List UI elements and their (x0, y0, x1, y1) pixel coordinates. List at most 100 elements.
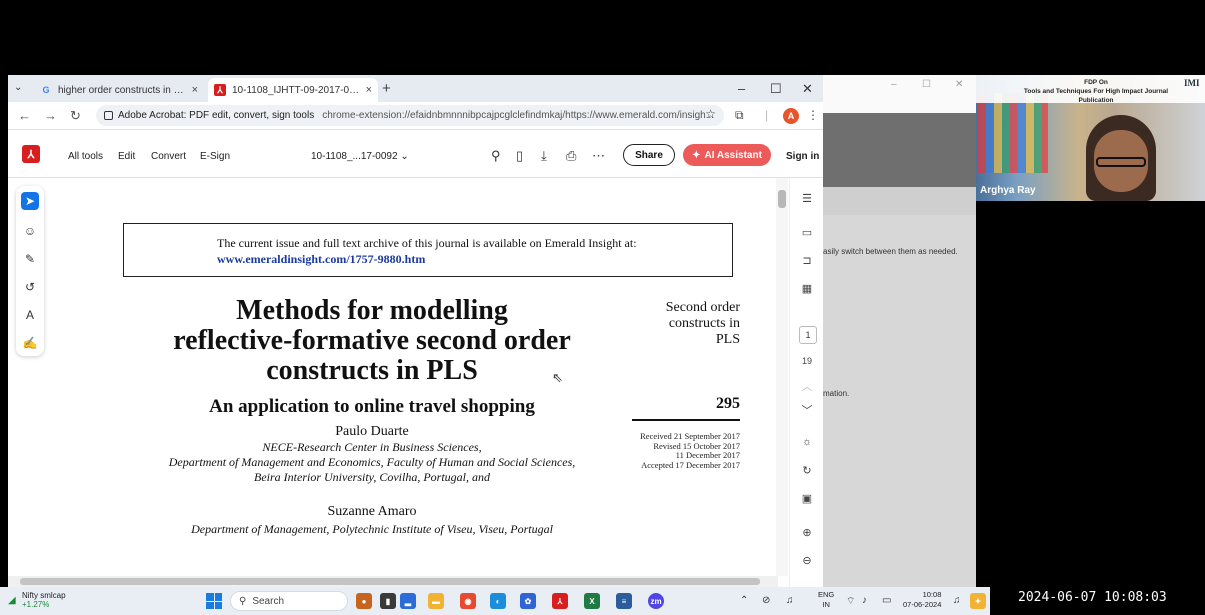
zoom-out-icon[interactable]: ⊖ (798, 554, 816, 567)
download-icon[interactable]: ⤓ (541, 148, 547, 164)
volume-icon[interactable]: ♪ (862, 595, 867, 606)
maximize-button[interactable]: ☐ (770, 81, 782, 97)
edge-icon[interactable]: ◐ (490, 593, 506, 609)
close-window-button[interactable]: ✕ (955, 79, 963, 90)
menu-edit[interactable]: Edit (118, 151, 135, 162)
back-arrow-icon[interactable]: ← (18, 108, 31, 123)
add-comment-icon[interactable]: ☺ (21, 222, 39, 240)
extension-page-icon (104, 111, 113, 120)
minimize-button[interactable]: – (738, 81, 745, 96)
new-tab-button[interactable]: + (382, 80, 391, 97)
virtual-background-banner: FDP On Tools and Techniques For High Imp… (976, 75, 1205, 104)
author-affiliation: Department of Management, Polytechnic In… (191, 522, 553, 536)
ai-assistant-button[interactable]: ✦ AI Assistant (683, 144, 771, 166)
profile-avatar[interactable]: A (783, 108, 799, 124)
menu-esign[interactable]: E-Sign (200, 151, 230, 162)
draw-freeform-icon[interactable]: ↺ (21, 278, 39, 296)
print-icon[interactable]: ⎙ (566, 148, 576, 164)
more-menu-icon[interactable]: ⋮ (807, 108, 819, 122)
video-participant-tile[interactable]: FDP On Tools and Techniques For High Imp… (976, 75, 1205, 201)
signature-icon[interactable]: ✍ (21, 334, 39, 352)
menu-convert[interactable]: Convert (151, 151, 186, 162)
language-indicator[interactable]: ENG IN (818, 590, 834, 610)
affiliation-line: Beira Interior University, Covilha, Port… (254, 470, 490, 484)
settings-app-icon[interactable]: ✿ (520, 593, 536, 609)
tab-close-icon[interactable]: × (366, 84, 372, 96)
tray-overflow-icon[interactable]: ⌃ (740, 595, 748, 606)
acrobat-logo-icon[interactable]: ⅄ (22, 145, 40, 163)
search-icon[interactable]: ⚲ (491, 148, 501, 164)
document-icon[interactable]: ▣ (798, 492, 816, 505)
notepad-icon[interactable]: ≡ (616, 593, 632, 609)
journal-link[interactable]: www.emeraldinsight.com/1757-9880.htm (217, 252, 425, 267)
reload-icon[interactable]: ↻ (70, 108, 81, 124)
wifi-icon[interactable]: ⌔ (846, 595, 855, 608)
page-down-icon[interactable]: ﹀ (798, 402, 816, 418)
window-titlebar: – ☐ ✕ (823, 75, 976, 113)
thumbnails-grid-icon[interactable]: ▦ (798, 282, 816, 295)
system-clock[interactable]: 10:08 07-06-2024 (903, 590, 941, 610)
acrobat-app-icon[interactable]: ⅄ (552, 593, 568, 609)
address-bar[interactable]: Adobe Acrobat: PDF edit, convert, sign t… (96, 105, 724, 126)
tab-close-icon[interactable]: × (192, 84, 198, 96)
zoom-in-icon[interactable]: ⊕ (798, 526, 816, 539)
forward-arrow-icon[interactable]: → (44, 108, 57, 123)
news-widget-icon[interactable]: ● (356, 593, 372, 609)
close-window-button[interactable]: ✕ (802, 81, 813, 97)
copilot-icon[interactable]: ✦ (970, 593, 986, 609)
affiliation-line: Department of Management and Economics, … (168, 455, 576, 469)
stock-widget[interactable]: Nifty smlcap +1.27% (22, 591, 66, 609)
notification-bell-icon[interactable]: ♫ (953, 595, 961, 606)
maximize-button[interactable]: ☐ (922, 79, 931, 90)
tab-pdf[interactable]: ⅄ 10-1108_IJHTT-09-2017-0092.p × (208, 78, 378, 102)
site-info[interactable]: Adobe Acrobat: PDF edit, convert, sign t… (104, 110, 314, 121)
horizontal-scrollbar[interactable] (8, 576, 778, 587)
bookmark-star-icon[interactable]: ☆ (705, 107, 716, 121)
site-label: Adobe Acrobat: PDF edit, convert, sign t… (118, 110, 315, 121)
window-text: asily switch between them as needed. (823, 247, 958, 256)
page-thumbnails-icon[interactable]: ▯ (516, 148, 523, 164)
minimize-button[interactable]: – (891, 79, 897, 90)
taskbar-search[interactable]: ⚲ Search (230, 591, 348, 611)
bookmark-icon[interactable]: ⊐ (798, 254, 816, 267)
menu-all-tools[interactable]: All tools (68, 151, 103, 162)
battery-icon[interactable]: ▭ (882, 595, 891, 606)
running-head-line: Second order (665, 300, 740, 315)
tab-google-search[interactable]: G higher order constructs in mod × (34, 78, 204, 102)
scrollbar-thumb[interactable] (778, 190, 786, 208)
chrome-icon[interactable]: ◉ (460, 593, 476, 609)
date-line: Accepted 17 December 2017 (641, 459, 740, 470)
select-cursor-icon[interactable]: ➤ (21, 192, 39, 210)
excel-icon[interactable]: X (584, 593, 600, 609)
task-view-icon[interactable]: ▮ (380, 593, 396, 609)
window-content (823, 215, 976, 587)
extensions-icon[interactable]: ⧉ (735, 108, 744, 123)
file-explorer-icon[interactable]: ▂ (400, 593, 416, 609)
brightness-icon[interactable]: ☼ (798, 436, 816, 448)
page-current[interactable]: 1 (799, 326, 817, 344)
tab-label: higher order constructs in mod (58, 84, 186, 96)
share-button[interactable]: Share (623, 144, 675, 166)
sign-in-link[interactable]: Sign in (786, 151, 819, 162)
vertical-scrollbar[interactable] (776, 178, 788, 576)
stock-name: Nifty smlcap (22, 591, 66, 600)
add-text-icon[interactable]: A (21, 306, 39, 324)
comment-icon[interactable]: ▭ (798, 226, 816, 239)
windows-start-icon[interactable] (206, 593, 222, 609)
running-head-line: constructs in (668, 316, 740, 331)
generative-summary-icon[interactable]: ☰ (798, 192, 816, 205)
rotate-icon[interactable]: ↻ (798, 464, 816, 477)
highlight-pen-icon[interactable]: ✎ (21, 250, 39, 268)
page-up-icon[interactable]: ︿ (798, 378, 816, 394)
more-options-icon[interactable]: ⋯ (592, 148, 605, 164)
acrobat-pdf-icon: ⅄ (214, 84, 226, 96)
folder-icon[interactable]: ▬ (428, 593, 444, 609)
scrollbar-thumb[interactable] (20, 578, 760, 585)
tray-app-icon[interactable]: ⊘ (762, 595, 770, 606)
participant-name: Arghya Ray (980, 185, 1036, 196)
zoom-app-icon[interactable]: zm (648, 593, 664, 609)
language-line: ENG (818, 590, 835, 599)
tab-search-dropdown-icon[interactable]: ⌄ (14, 82, 22, 93)
document-name-dropdown[interactable]: 10-1108_...17-0092 ⌄ (311, 151, 409, 162)
microphone-icon[interactable]: ♫ (786, 595, 794, 606)
